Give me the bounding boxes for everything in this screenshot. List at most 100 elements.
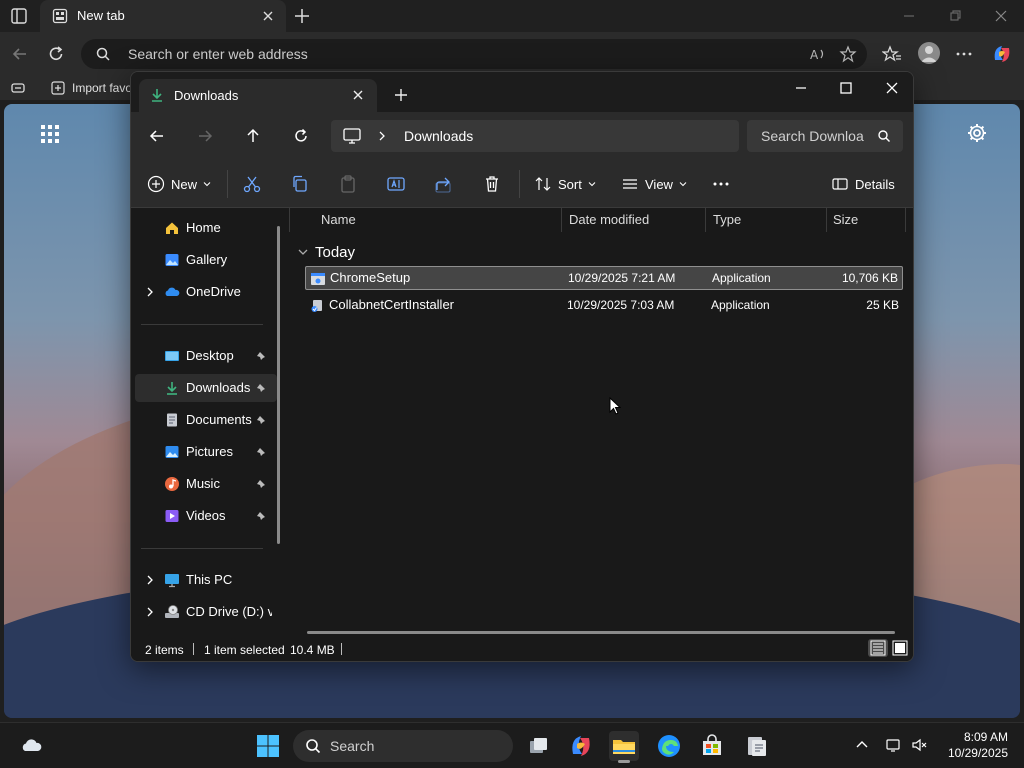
close-window-icon[interactable] — [993, 8, 1009, 24]
back-icon[interactable] — [10, 44, 30, 64]
copilot-app[interactable] — [566, 731, 596, 761]
explorer-search-placeholder: Search Downloa — [761, 128, 864, 144]
download-icon — [167, 382, 177, 395]
tab-actions-icon[interactable] — [10, 7, 28, 25]
forward-icon[interactable] — [195, 126, 215, 146]
large-icons-view-button[interactable] — [890, 639, 910, 657]
reading-mode-icon[interactable] — [10, 80, 26, 96]
sidebar-item-videos[interactable]: Videos — [135, 502, 277, 530]
network-icon[interactable] — [885, 737, 901, 753]
restore-icon[interactable] — [947, 8, 963, 24]
profile-avatar[interactable] — [918, 42, 940, 64]
new-tab-button[interactable] — [292, 6, 312, 26]
sort-button[interactable]: Sort — [534, 174, 596, 194]
details-pane-button[interactable]: Details — [831, 174, 895, 194]
explorer-close-icon[interactable] — [882, 78, 902, 98]
close-tab-icon[interactable] — [260, 8, 276, 24]
see-more-icon[interactable] — [711, 174, 731, 194]
file-explorer-app[interactable] — [609, 731, 639, 763]
search-icon — [306, 739, 321, 754]
copy-icon[interactable] — [290, 174, 310, 194]
chevron-right-icon[interactable] — [376, 130, 388, 142]
favorites-icon[interactable] — [882, 44, 902, 64]
taskbar-search-box[interactable]: Search — [293, 730, 513, 762]
column-header-date-modified[interactable]: Date modified — [569, 212, 649, 234]
file-list-pane: Name Date modified Type Size Today Chrom… — [289, 208, 913, 634]
sidebar-scrollbar[interactable] — [277, 226, 280, 544]
sidebar-item-music[interactable]: Music — [135, 470, 277, 498]
file-row[interactable]: CollabnetCertInstaller 10/29/2025 7:03 A… — [305, 294, 903, 318]
explorer-tab-downloads[interactable]: Downloads — [139, 79, 377, 112]
active-app-indicator — [618, 760, 630, 763]
microsoft-store-app[interactable] — [697, 731, 727, 761]
explorer-search-box[interactable]: Search Downloa — [747, 120, 903, 152]
add-circle-icon — [147, 175, 165, 193]
apps-grid-icon[interactable] — [40, 124, 60, 144]
column-separator[interactable] — [705, 208, 706, 232]
chevron-right-icon[interactable] — [145, 287, 155, 297]
chevron-right-icon[interactable] — [145, 607, 155, 617]
new-button[interactable]: New — [147, 174, 211, 194]
task-view-button[interactable] — [523, 731, 553, 761]
sidebar-item-home[interactable]: Home — [135, 214, 277, 242]
details-view-button[interactable] — [868, 639, 888, 657]
page-settings-icon[interactable] — [966, 122, 988, 144]
cut-icon[interactable] — [242, 174, 262, 194]
column-header-name[interactable]: Name — [321, 212, 356, 234]
view-button[interactable]: View — [621, 174, 687, 194]
chevron-right-icon[interactable] — [145, 575, 155, 585]
column-separator[interactable] — [826, 208, 827, 232]
sidebar-item-this-pc[interactable]: This PC — [135, 566, 277, 594]
file-row[interactable]: ChromeSetup 10/29/2025 7:21 AM Applicati… — [305, 266, 903, 290]
sidebar-item-gallery[interactable]: Gallery — [135, 246, 277, 274]
sidebar-item-documents[interactable]: Documents — [135, 406, 277, 434]
start-button[interactable] — [253, 731, 283, 761]
sidebar-item-pictures[interactable]: Pictures — [135, 438, 277, 466]
read-aloud-icon[interactable]: A — [809, 45, 827, 63]
sidebar-item-label: Home — [186, 220, 221, 235]
copilot-icon[interactable] — [990, 42, 1014, 66]
explorer-minimize-icon[interactable] — [791, 78, 811, 98]
column-header-size[interactable]: Size — [833, 212, 858, 234]
explorer-command-bar: New Sort View Details — [131, 160, 913, 208]
details-view-icon — [870, 640, 886, 656]
windows-logo-icon — [257, 735, 279, 757]
rename-icon[interactable] — [386, 174, 406, 194]
status-selected-size: 10.4 MB — [290, 643, 335, 657]
sidebar-item-downloads[interactable]: Downloads — [135, 374, 277, 402]
refresh-icon[interactable] — [291, 126, 311, 146]
back-icon[interactable] — [147, 126, 167, 146]
weather-widget-icon[interactable] — [20, 734, 44, 758]
sidebar-divider — [141, 548, 263, 549]
close-tab-icon[interactable] — [351, 88, 365, 102]
application-icon — [311, 273, 325, 285]
installer-app[interactable] — [741, 731, 771, 761]
explorer-maximize-icon[interactable] — [836, 78, 856, 98]
column-separator[interactable] — [561, 208, 562, 232]
up-icon[interactable] — [243, 126, 263, 146]
explorer-address-bar[interactable]: Downloads — [331, 120, 739, 152]
column-header-type[interactable]: Type — [713, 212, 741, 234]
edge-app[interactable] — [654, 731, 684, 761]
minimize-icon[interactable] — [901, 8, 917, 24]
volume-muted-icon[interactable] — [911, 737, 927, 753]
refresh-icon[interactable] — [46, 44, 66, 64]
browser-tab-new-tab[interactable]: New tab — [40, 0, 286, 32]
show-hidden-icons-chevron-up-icon[interactable] — [854, 737, 870, 753]
more-options-icon[interactable] — [954, 44, 974, 64]
group-header-today[interactable]: Today — [297, 242, 355, 262]
file-size: 10,706 KB — [841, 271, 898, 285]
browser-toolbar: Search or enter web address A — [0, 32, 1024, 76]
paste-icon[interactable] — [338, 174, 358, 194]
explorer-new-tab-button[interactable] — [393, 87, 409, 103]
address-bar[interactable]: Search or enter web address A — [81, 39, 867, 69]
sidebar-item-desktop[interactable]: Desktop — [135, 342, 277, 370]
share-icon[interactable] — [434, 174, 454, 194]
delete-icon[interactable] — [482, 174, 502, 194]
taskbar-clock[interactable]: 8:09 AM 10/29/2025 — [930, 729, 1008, 761]
favorite-star-icon[interactable] — [839, 45, 857, 63]
sidebar-item-cd-drive[interactable]: CD Drive (D:) vir — [135, 598, 277, 626]
breadcrumb-downloads[interactable]: Downloads — [404, 128, 473, 144]
column-separator[interactable] — [905, 208, 906, 232]
sidebar-item-onedrive[interactable]: OneDrive — [135, 278, 277, 306]
